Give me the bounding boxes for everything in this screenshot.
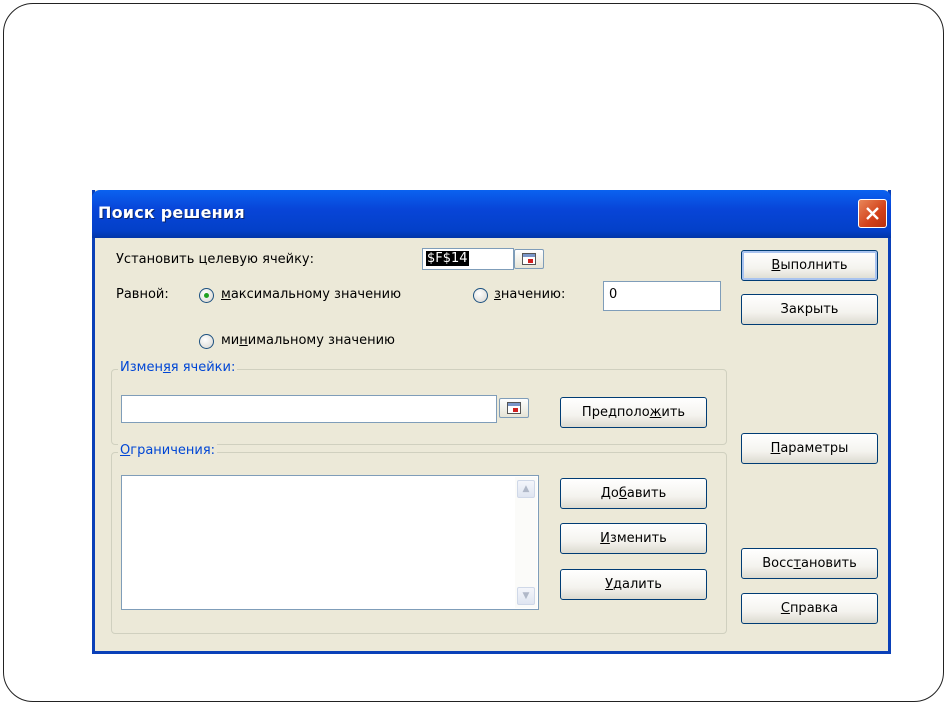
changing-cells-picker-button[interactable] xyxy=(499,398,529,418)
radio-max[interactable] xyxy=(199,288,214,303)
target-cell-input[interactable]: $F$14 xyxy=(422,248,514,270)
change-button[interactable]: Изменить xyxy=(560,523,707,554)
equal-label: Равной: xyxy=(116,287,169,302)
constraints-label: Ограничения: xyxy=(118,443,218,458)
cell-picker-icon xyxy=(507,402,521,414)
constraints-scrollbar[interactable]: ▲ ▼ xyxy=(515,477,537,608)
dialog-title: Поиск решения xyxy=(98,203,245,222)
scroll-up-icon[interactable]: ▲ xyxy=(517,480,535,498)
dialog-titlebar[interactable]: Поиск решения xyxy=(92,190,891,238)
scroll-down-icon[interactable]: ▼ xyxy=(517,587,535,605)
reset-button[interactable]: Восстановить xyxy=(741,548,878,579)
target-cell-value: $F$14 xyxy=(426,251,469,266)
delete-button[interactable]: Удалить xyxy=(560,569,707,600)
help-button[interactable]: Справка xyxy=(741,593,878,624)
close-icon xyxy=(866,207,879,220)
close-window-button[interactable] xyxy=(858,199,887,228)
guess-button[interactable]: Предположить xyxy=(560,397,707,428)
value-input-text: 0 xyxy=(609,287,618,302)
value-input[interactable]: 0 xyxy=(603,281,721,311)
radio-value[interactable] xyxy=(473,288,488,303)
cell-picker-icon xyxy=(522,253,536,265)
target-cell-label: Установить целевую ячейку: xyxy=(116,252,314,267)
options-button[interactable]: Параметры xyxy=(741,433,878,464)
target-cell-picker-button[interactable] xyxy=(514,249,544,269)
changing-cells-label: Изменяя ячейки: xyxy=(118,360,238,375)
close-button[interactable]: Закрыть xyxy=(741,294,878,325)
solve-button[interactable]: Выполнить xyxy=(741,250,878,281)
changing-cells-input[interactable] xyxy=(121,395,497,423)
radio-max-label[interactable]: максимальному значению xyxy=(221,287,401,302)
radio-value-label[interactable]: значению: xyxy=(494,287,565,302)
add-button[interactable]: Добавить xyxy=(560,478,707,509)
radio-min[interactable] xyxy=(199,334,214,349)
radio-min-label[interactable]: минимальному значению xyxy=(221,333,395,348)
constraints-list[interactable]: ▲ ▼ xyxy=(121,475,539,610)
solver-dialog: Поиск решения Установить целевую ячейку:… xyxy=(92,190,891,654)
